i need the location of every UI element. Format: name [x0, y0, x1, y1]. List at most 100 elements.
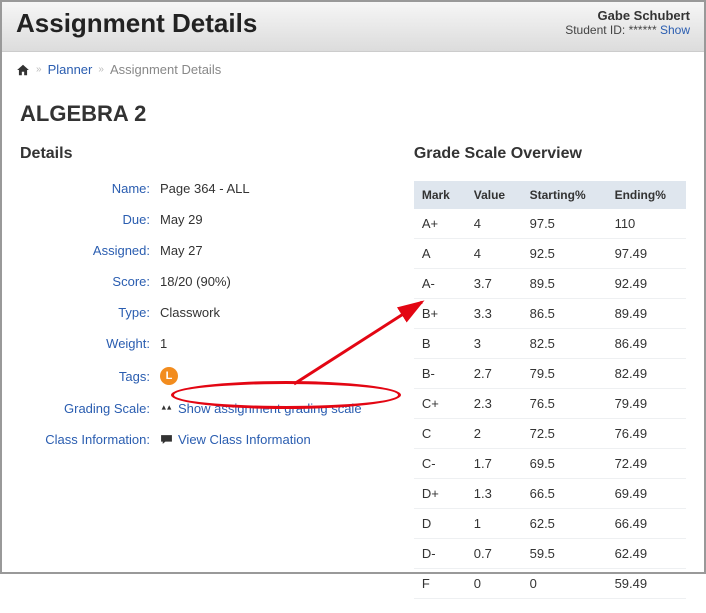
- cell-value: 4: [466, 239, 522, 269]
- details-column: Details Name: Page 364 - ALL Due: May 29…: [20, 145, 396, 599]
- value-due: May 29: [160, 212, 203, 227]
- table-row: A-3.789.592.49: [414, 269, 686, 299]
- cell-value: 3.3: [466, 299, 522, 329]
- breadcrumb-sep: »: [98, 64, 104, 75]
- col-end: Ending%: [607, 181, 686, 209]
- scale-icon: [160, 402, 173, 415]
- label-grading-scale: Grading Scale:: [20, 401, 160, 416]
- table-row: C272.576.49: [414, 419, 686, 449]
- cell-end: 92.49: [607, 269, 686, 299]
- cell-start: 92.5: [522, 239, 607, 269]
- label-tags: Tags:: [20, 369, 160, 384]
- cell-start: 66.5: [522, 479, 607, 509]
- label-type: Type:: [20, 305, 160, 320]
- cell-end: 59.49: [607, 569, 686, 599]
- detail-row-weight: Weight: 1: [20, 336, 396, 351]
- breadcrumb-sep: »: [36, 64, 42, 75]
- sid-label: Student ID:: [565, 23, 625, 37]
- table-row: D-0.759.562.49: [414, 539, 686, 569]
- table-row: A492.597.49: [414, 239, 686, 269]
- col-start: Starting%: [522, 181, 607, 209]
- header-bar: Assignment Details Gabe Schubert Student…: [2, 2, 704, 52]
- cell-start: 0: [522, 569, 607, 599]
- view-class-info-text: View Class Information: [178, 432, 311, 447]
- cell-end: 76.49: [607, 419, 686, 449]
- cell-start: 59.5: [522, 539, 607, 569]
- class-title: ALGEBRA 2: [20, 101, 686, 127]
- cell-value: 3.7: [466, 269, 522, 299]
- cell-start: 89.5: [522, 269, 607, 299]
- breadcrumb-planner-link[interactable]: Planner: [48, 62, 93, 77]
- value-type: Classwork: [160, 305, 220, 320]
- label-assigned: Assigned:: [20, 243, 160, 258]
- speech-bubble-icon: [160, 434, 173, 445]
- cell-end: 66.49: [607, 509, 686, 539]
- show-grading-scale-link[interactable]: Show assignment grading scale: [160, 401, 362, 416]
- value-score: 18/20 (90%): [160, 274, 231, 289]
- label-due: Due:: [20, 212, 160, 227]
- cell-mark: D: [414, 509, 466, 539]
- table-row: B382.586.49: [414, 329, 686, 359]
- cell-mark: B: [414, 329, 466, 359]
- value-tags: L: [160, 367, 178, 385]
- home-icon[interactable]: [16, 63, 30, 77]
- detail-row-due: Due: May 29: [20, 212, 396, 227]
- detail-row-assigned: Assigned: May 27: [20, 243, 396, 258]
- cell-value: 1: [466, 509, 522, 539]
- cell-start: 72.5: [522, 419, 607, 449]
- tag-badge[interactable]: L: [160, 367, 178, 385]
- cell-value: 2.3: [466, 389, 522, 419]
- table-row: C-1.769.572.49: [414, 449, 686, 479]
- cell-mark: A+: [414, 209, 466, 239]
- table-row: F0059.49: [414, 569, 686, 599]
- detail-row-grading-scale: Grading Scale: Show assignment grading s…: [20, 401, 396, 416]
- view-class-info-link[interactable]: View Class Information: [160, 432, 311, 447]
- cell-mark: B+: [414, 299, 466, 329]
- table-row: B+3.386.589.49: [414, 299, 686, 329]
- col-mark: Mark: [414, 181, 466, 209]
- cell-value: 2.7: [466, 359, 522, 389]
- cell-end: 97.49: [607, 239, 686, 269]
- label-class-info: Class Information:: [20, 432, 160, 447]
- cell-mark: A-: [414, 269, 466, 299]
- details-section-title: Details: [20, 145, 396, 163]
- grade-scale-column: Grade Scale Overview Mark Value Starting…: [414, 145, 686, 599]
- sid-masked: ******: [629, 23, 657, 37]
- cell-mark: F: [414, 569, 466, 599]
- cell-start: 76.5: [522, 389, 607, 419]
- cell-value: 0.7: [466, 539, 522, 569]
- cell-start: 79.5: [522, 359, 607, 389]
- cell-start: 97.5: [522, 209, 607, 239]
- cell-end: 89.49: [607, 299, 686, 329]
- show-sid-link[interactable]: Show: [660, 23, 690, 37]
- value-assigned: May 27: [160, 243, 203, 258]
- cell-end: 72.49: [607, 449, 686, 479]
- cell-mark: C-: [414, 449, 466, 479]
- student-id-row: Student ID: ****** Show: [565, 23, 690, 37]
- show-grading-scale-text: Show assignment grading scale: [178, 401, 362, 416]
- grade-scale-section-title: Grade Scale Overview: [414, 145, 686, 163]
- cell-end: 69.49: [607, 479, 686, 509]
- cell-mark: B-: [414, 359, 466, 389]
- cell-start: 86.5: [522, 299, 607, 329]
- user-name: Gabe Schubert: [565, 8, 690, 23]
- detail-row-name: Name: Page 364 - ALL: [20, 181, 396, 196]
- detail-row-class-info: Class Information: View Class Informatio…: [20, 432, 396, 447]
- cell-mark: C: [414, 419, 466, 449]
- cell-start: 62.5: [522, 509, 607, 539]
- grade-scale-table: Mark Value Starting% Ending% A+497.5110A…: [414, 181, 686, 599]
- detail-row-score: Score: 18/20 (90%): [20, 274, 396, 289]
- breadcrumb: » Planner » Assignment Details: [2, 52, 704, 87]
- table-row: C+2.376.579.49: [414, 389, 686, 419]
- table-row: A+497.5110: [414, 209, 686, 239]
- cell-end: 62.49: [607, 539, 686, 569]
- label-weight: Weight:: [20, 336, 160, 351]
- cell-mark: D-: [414, 539, 466, 569]
- cell-end: 82.49: [607, 359, 686, 389]
- cell-value: 3: [466, 329, 522, 359]
- cell-start: 82.5: [522, 329, 607, 359]
- cell-mark: D+: [414, 479, 466, 509]
- cell-value: 2: [466, 419, 522, 449]
- cell-value: 0: [466, 569, 522, 599]
- cell-end: 79.49: [607, 389, 686, 419]
